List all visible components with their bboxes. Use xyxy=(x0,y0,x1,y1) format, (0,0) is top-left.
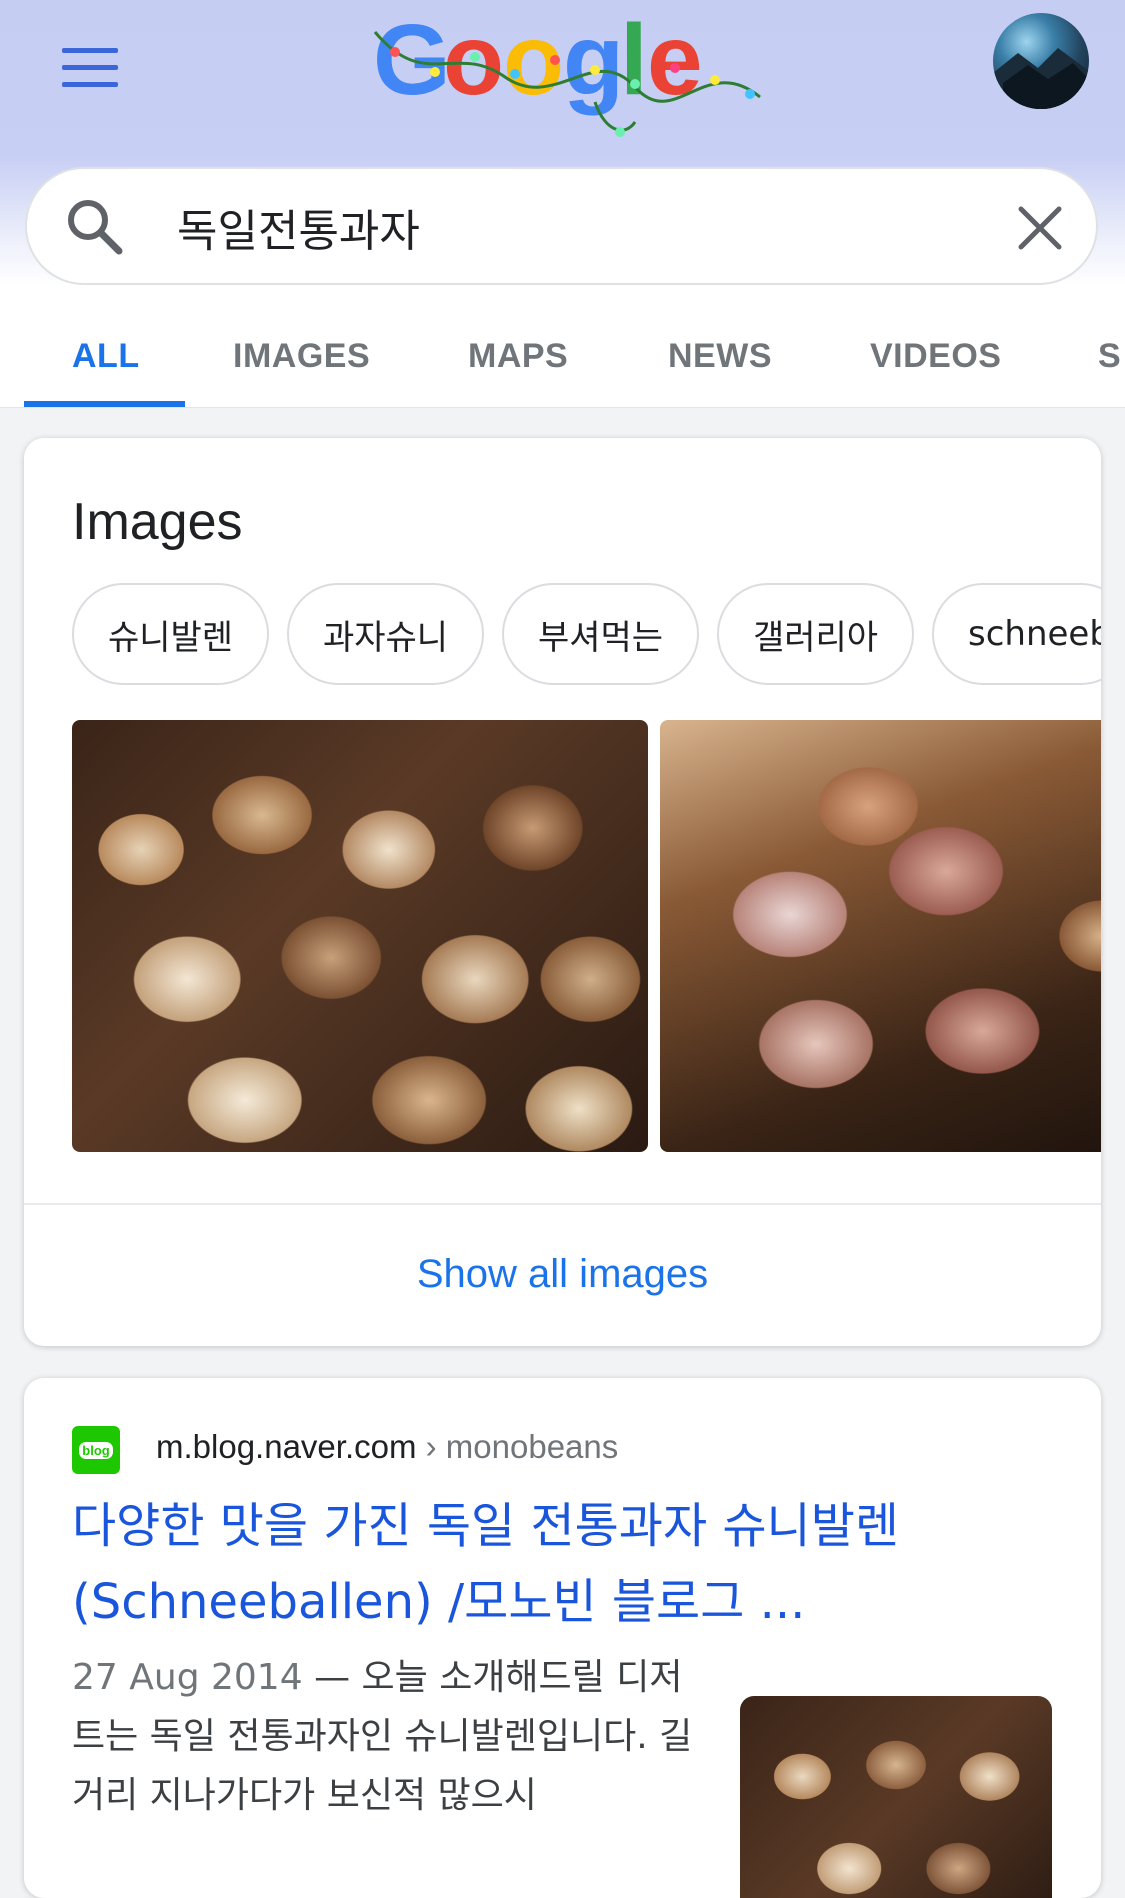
tab-all[interactable]: ALL xyxy=(72,337,140,376)
header: G o o g l e xyxy=(0,0,1125,285)
images-card-title: Images xyxy=(72,493,243,551)
chip[interactable]: 갤러리아 xyxy=(717,583,914,685)
tab-images[interactable]: IMAGES xyxy=(233,337,370,376)
chip[interactable]: 과자슈니 xyxy=(287,583,484,685)
search-bar[interactable] xyxy=(25,167,1098,285)
result-date: 27 Aug 2014 xyxy=(72,1657,303,1698)
tab-maps[interactable]: MAPS xyxy=(468,337,568,376)
images-card: Images 슈니발렌 과자슈니 부셔먹는 갤러리아 schneeb Show … xyxy=(24,438,1101,1346)
google-doodle-logo[interactable]: G o o g l e xyxy=(365,2,765,152)
result-thumbnail[interactable] xyxy=(740,1696,1052,1898)
naver-blog-favicon-icon: blog xyxy=(72,1426,120,1474)
divider xyxy=(24,1203,1101,1205)
chip[interactable]: 슈니발렌 xyxy=(72,583,269,685)
image-chips: 슈니발렌 과자슈니 부셔먹는 갤러리아 schneeb xyxy=(72,583,1101,693)
tab-news[interactable]: NEWS xyxy=(668,337,772,376)
svg-text:g: g xyxy=(563,4,624,116)
show-all-images-link[interactable]: Show all images xyxy=(24,1252,1101,1297)
active-tab-indicator xyxy=(24,401,185,407)
clear-search-icon[interactable] xyxy=(1015,203,1065,253)
image-thumbnail[interactable] xyxy=(72,720,648,1152)
result-domain: m.blog.naver.com xyxy=(156,1428,417,1465)
search-result-card: blog m.blog.naver.com › monobeans 다양한 맛을… xyxy=(24,1378,1101,1898)
chip[interactable]: 부셔먹는 xyxy=(502,583,699,685)
result-snippet: 27 Aug 2014 — 오늘 소개해드릴 디저트는 독일 전통과자인 슈니발… xyxy=(72,1648,712,1825)
result-title-link[interactable]: 다양한 맛을 가진 독일 전통과자 슈니발렌 (Schneeballen) /모… xyxy=(72,1488,1052,1640)
result-breadcrumb: › monobeans xyxy=(425,1428,619,1465)
account-avatar[interactable] xyxy=(993,13,1089,109)
chip[interactable]: schneeb xyxy=(932,583,1101,685)
search-tabs: ALL IMAGES MAPS NEWS VIDEOS S xyxy=(0,285,1125,408)
result-url[interactable]: m.blog.naver.com › monobeans xyxy=(156,1428,618,1466)
svg-text:l: l xyxy=(620,4,648,116)
tab-shopping[interactable]: S xyxy=(1098,337,1121,376)
image-thumbnail[interactable] xyxy=(660,720,1101,1152)
search-input[interactable] xyxy=(177,195,997,259)
tab-videos[interactable]: VIDEOS xyxy=(870,337,1001,376)
hamburger-menu-icon[interactable] xyxy=(62,48,118,88)
search-icon[interactable] xyxy=(61,193,129,261)
